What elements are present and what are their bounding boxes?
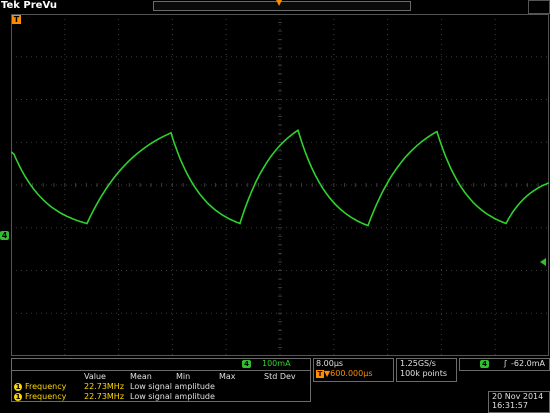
measure-status: Low signal amplitude <box>130 392 215 401</box>
measure-name: Frequency <box>25 392 67 401</box>
measurement-row[interactable]: 1 Frequency <box>14 382 66 392</box>
record-length-value: 100k points <box>400 369 448 378</box>
trigger-level-value: -62.0mA <box>511 359 545 368</box>
measurement-row[interactable]: 1 Frequency <box>14 392 66 402</box>
channel-badge: 4 <box>242 359 251 369</box>
trigger-source-badge-wrap: 4 <box>480 359 489 369</box>
sample-rate-value: 1.25GS/s <box>400 359 436 368</box>
channel-4-ground-marker[interactable]: 4 <box>0 231 9 240</box>
acquisition-settings-box[interactable]: 1.25GS/s 100k points <box>396 358 457 382</box>
trigger-offset-icon: T <box>316 370 324 378</box>
measure-header-stddev: Std Dev <box>264 372 296 381</box>
measure-status: Low signal amplitude <box>130 382 215 391</box>
trigger-slope-icon: ʃ <box>504 359 507 368</box>
horizontal-settings-box[interactable]: 8.00µs T ▼600.000µs <box>313 358 394 382</box>
bottom-readout-panel: 4 100mA Value Mean Min Max Std Dev 1 Freq… <box>0 357 550 413</box>
measure-header-max: Max <box>219 372 236 381</box>
measure-header-value: Value <box>84 372 106 381</box>
graticule-grid <box>11 14 549 356</box>
channel-scale-value: 100mA <box>262 359 291 368</box>
trigger-settings-box[interactable]: 4 ʃ -62.0mA <box>459 358 550 371</box>
measure-name: Frequency <box>25 382 67 391</box>
trigger-offset-value: ▼600.000µs <box>324 369 373 378</box>
channel-scale-box[interactable]: 4 100mA <box>11 358 311 371</box>
brand-text: Tek <box>1 0 20 11</box>
measurement-table: Value Mean Min Max Std Dev 1 Frequency 22… <box>11 371 311 402</box>
datetime-box: 20 Nov 2014 16:31:57 <box>488 391 550 413</box>
record-position-marker: ▼ <box>276 0 283 7</box>
top-right-indicator <box>528 0 550 14</box>
measure-value: 22.73MHz <box>84 392 125 401</box>
waveform-graticule <box>11 14 549 356</box>
acquisition-mode-label: PreVu <box>23 0 57 11</box>
measure-header-mean: Mean <box>130 372 152 381</box>
trigger-source-badge: 4 <box>480 360 489 368</box>
channel-number-badge: 4 <box>242 360 251 368</box>
time-value: 16:31:57 <box>492 401 528 410</box>
measure-header-min: Min <box>176 372 191 381</box>
timebase-value: 8.00µs <box>316 359 344 368</box>
measure-source-badge: 1 <box>14 393 22 401</box>
brand-logo: Tek PreVu <box>1 0 57 11</box>
trigger-offset-row: T ▼600.000µs <box>316 369 373 379</box>
top-status-bar: Tek PreVu ▼ <box>0 0 550 14</box>
measure-value: 22.73MHz <box>84 382 125 391</box>
channel-4-waveform-trace <box>11 129 549 227</box>
measure-source-badge: 1 <box>14 383 22 391</box>
